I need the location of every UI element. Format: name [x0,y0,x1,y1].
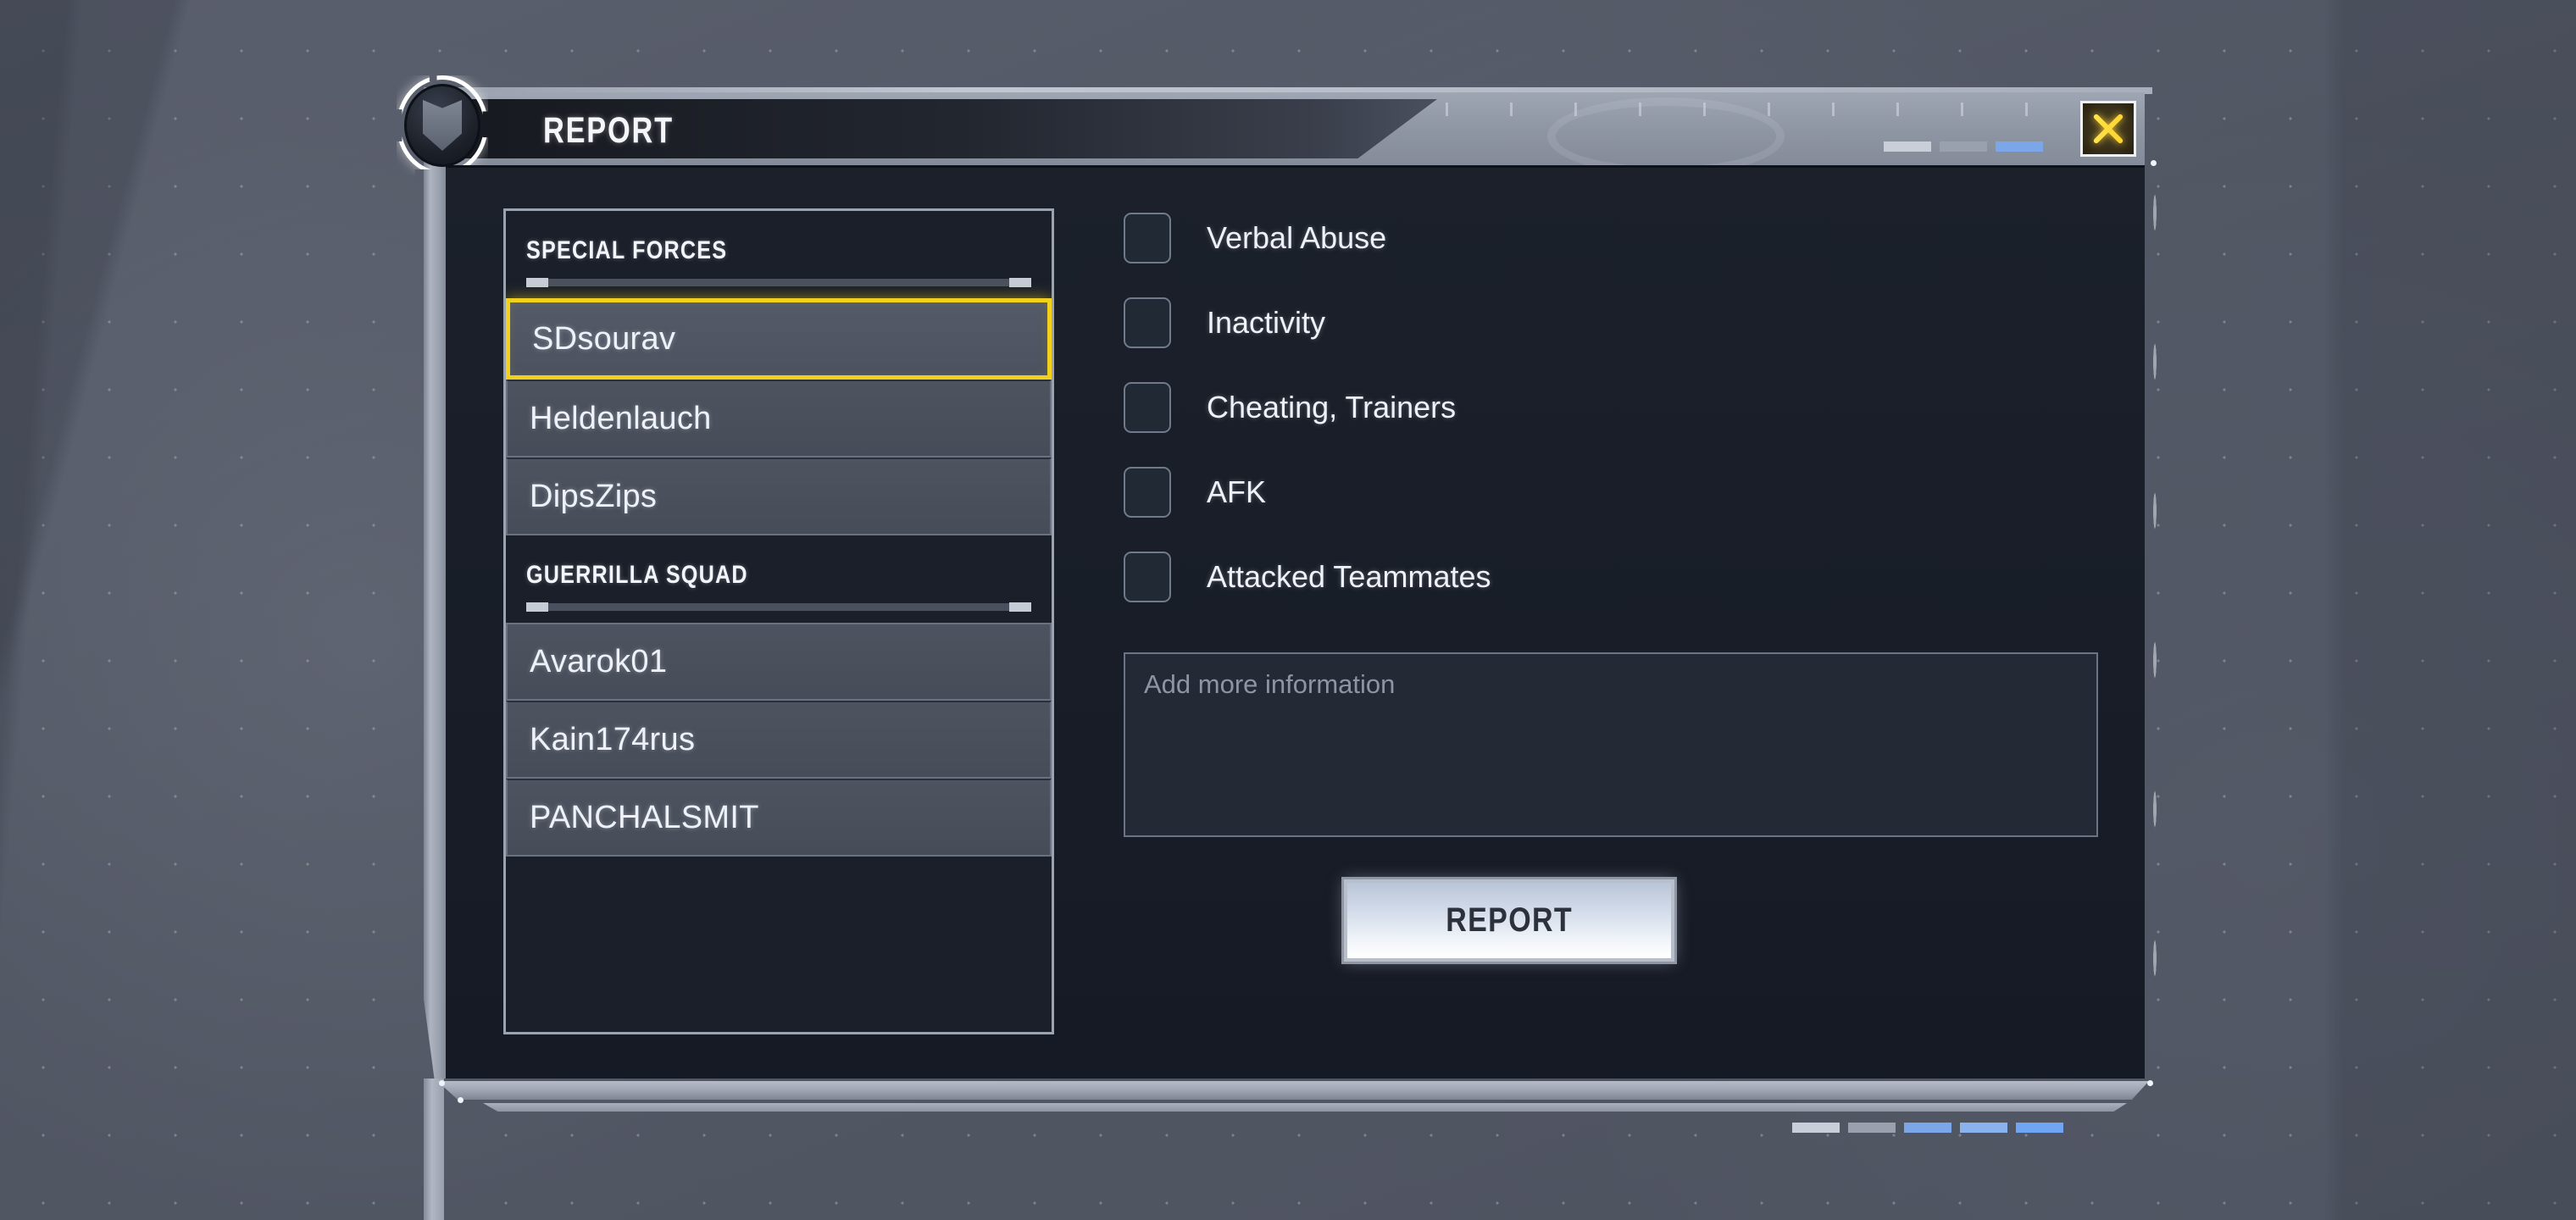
player-name: Kain174rus [530,722,695,758]
squad-header: SPECIAL FORCES [506,211,1052,298]
squad-header: GUERRILLA SQUAD [506,535,1052,623]
checkbox-icon[interactable] [1124,552,1171,602]
report-reason-label: Inactivity [1207,305,1325,341]
shield-chevron-emblem-icon [397,75,488,175]
additional-info-placeholder: Add more information [1144,669,2078,700]
report-reason-row[interactable]: Inactivity [1124,290,2098,356]
indicator-segment [1848,1123,1896,1133]
report-reason-label: AFK [1207,474,1266,510]
report-reason-label: Attacked Teammates [1207,559,1491,595]
player-name: DipsZips [530,479,657,515]
checkbox-icon[interactable] [1124,297,1171,348]
emblem-chevron-glyph [423,100,462,151]
indicator-segment [1940,141,1987,152]
indicator-segment [2016,1123,2063,1133]
player-list[interactable]: SPECIAL FORCES SDsourav Heldenlauch DipsZip… [503,208,1054,1034]
player-name: SDsourav [532,321,675,358]
checkbox-icon[interactable] [1124,213,1171,263]
player-name: Heldenlauch [530,401,712,437]
indicator-segment [1960,1123,2007,1133]
checkbox-icon[interactable] [1124,467,1171,518]
report-reason-label: Cheating, Trainers [1207,390,1456,425]
squad-title: GUERRILLA SQUAD [526,561,951,590]
squad-divider [531,603,1026,611]
indicator-segment [1792,1123,1840,1133]
player-row[interactable]: Avarok01 [506,623,1052,701]
window-frame-bottom [437,1081,2149,1100]
page-title: REPORT [543,110,674,152]
frame-corner-dot-bottom-left-outer [458,1097,464,1103]
indicator-segment [1884,141,1931,152]
indicator-segment [1904,1123,1951,1133]
report-reason-row[interactable]: Attacked Teammates [1124,544,2098,610]
report-reason-row[interactable]: Verbal Abuse [1124,205,2098,271]
submit-report-label: REPORT [1446,901,1573,940]
report-reason-row[interactable]: Cheating, Trainers [1124,374,2098,441]
player-row[interactable]: Kain174rus [506,701,1052,779]
player-name: PANCHALSMIT [530,800,759,836]
report-reason-row[interactable]: AFK [1124,459,2098,525]
frame-corner-dot-bottom-left [439,1080,445,1086]
additional-info-textarea[interactable]: Add more information [1124,652,2098,837]
report-reason-list: Verbal Abuse Inactivity Cheating, Trainers… [1124,205,2098,629]
dialog-body: SPECIAL FORCES SDsourav Heldenlauch DipsZip… [446,165,2145,1079]
player-row[interactable]: SDsourav [506,298,1052,380]
squad-title: SPECIAL FORCES [526,236,951,265]
bottom-indicator-bars [1792,1123,2063,1133]
title-bar-tick-marks [1446,103,2145,116]
emblem-disc [404,84,480,167]
checkbox-icon[interactable] [1124,382,1171,433]
report-reason-label: Verbal Abuse [1207,220,1386,256]
window-frame-right [424,1079,444,1220]
indicator-segment [1996,141,2043,152]
window-frame-right-dots [2148,138,2162,1053]
window-frame-left [424,87,446,1079]
player-row[interactable]: Heldenlauch [506,380,1052,458]
submit-report-button[interactable]: REPORT [1344,879,1674,962]
frame-corner-dot-bottom-right [2147,1080,2153,1086]
player-name: Avarok01 [530,644,667,680]
frame-corner-dot-top-right [2151,160,2157,166]
squad-divider [531,279,1026,286]
player-row[interactable]: PANCHALSMIT [506,779,1052,857]
window-frame-bottom-accent [483,1103,2127,1112]
top-indicator-bars [1884,141,2043,152]
close-x-icon[interactable] [2080,101,2136,157]
player-row[interactable]: DipsZips [506,458,1052,535]
title-bar: REPORT [446,92,2145,165]
report-dialog: REPORT SPECIAL FORCES SDsourav Heldenlauch… [424,87,2165,1117]
